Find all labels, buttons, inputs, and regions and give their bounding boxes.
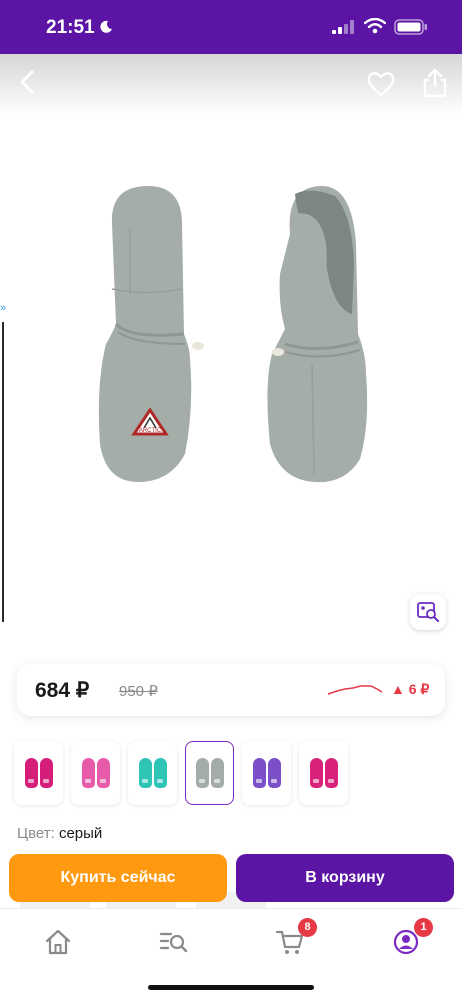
color-variant[interactable] bbox=[128, 741, 177, 805]
variant-thumbnail bbox=[153, 758, 167, 788]
wifi-icon bbox=[364, 18, 386, 34]
variant-thumbnail bbox=[24, 758, 38, 788]
color-variant[interactable] bbox=[185, 741, 234, 805]
status-bar: 21:51 bbox=[0, 0, 462, 54]
old-price: 950 ₽ bbox=[119, 683, 158, 700]
nav-home[interactable] bbox=[43, 927, 73, 957]
price-change: ▲ 6 ₽ bbox=[391, 681, 429, 698]
visual-search-button[interactable] bbox=[410, 594, 446, 630]
variant-thumbnail bbox=[138, 758, 152, 788]
variant-thumbnail bbox=[252, 758, 266, 788]
gallery-arrow-icon: » bbox=[0, 302, 7, 314]
variant-thumbnail bbox=[195, 758, 209, 788]
price-trend-sparkline[interactable] bbox=[327, 682, 383, 696]
signal-icon bbox=[332, 20, 354, 34]
nav-cart[interactable]: 8 bbox=[275, 918, 317, 957]
color-variant[interactable] bbox=[71, 741, 120, 805]
image-search-icon bbox=[417, 602, 439, 622]
price-card: 684 ₽ 950 ₽ ▲ 6 ₽ bbox=[17, 664, 445, 716]
gallery-edge bbox=[0, 322, 4, 622]
color-variant[interactable] bbox=[299, 741, 348, 805]
cart-badge: 8 bbox=[298, 918, 317, 937]
catalog-search-icon bbox=[159, 932, 188, 953]
battery-icon bbox=[394, 19, 427, 35]
share-icon[interactable] bbox=[422, 68, 448, 98]
profile-badge: 1 bbox=[414, 918, 433, 937]
variant-thumbnail bbox=[210, 758, 224, 788]
color-label: Цвет: bbox=[17, 825, 55, 842]
variant-thumbnail bbox=[267, 758, 281, 788]
nav-profile[interactable]: 1 bbox=[391, 918, 433, 957]
color-variant[interactable] bbox=[14, 741, 63, 805]
up-triangle-icon: ▲ bbox=[391, 681, 405, 697]
variant-thumbnail bbox=[96, 758, 110, 788]
back-arrow-icon[interactable] bbox=[14, 68, 42, 96]
buy-now-button[interactable]: Купить сейчас bbox=[9, 854, 227, 902]
color-variant[interactable] bbox=[242, 741, 291, 805]
price-change-value: 6 ₽ bbox=[408, 681, 430, 697]
color-info: Цвет: серый bbox=[17, 825, 102, 842]
variant-thumbnail bbox=[81, 758, 95, 788]
home-indicator bbox=[148, 985, 314, 990]
variant-thumbnail bbox=[309, 758, 323, 788]
variant-thumbnail bbox=[324, 758, 338, 788]
product-photo-mittens: ARCTIC bbox=[98, 186, 368, 483]
heart-icon[interactable] bbox=[366, 70, 396, 98]
current-price: 684 ₽ bbox=[35, 679, 90, 702]
color-value: серый bbox=[58, 825, 103, 842]
product-image-area[interactable]: » ARCTIC bbox=[0, 54, 462, 654]
variant-thumbnail bbox=[39, 758, 53, 788]
status-time: 21:51 bbox=[46, 17, 95, 38]
moon-icon bbox=[100, 20, 112, 33]
color-variants bbox=[14, 741, 454, 807]
nav-catalog[interactable] bbox=[158, 927, 188, 957]
add-to-cart-button[interactable]: В корзину bbox=[236, 854, 454, 902]
home-icon bbox=[45, 929, 71, 955]
brand-badge-text: ARCTIC bbox=[139, 428, 162, 434]
